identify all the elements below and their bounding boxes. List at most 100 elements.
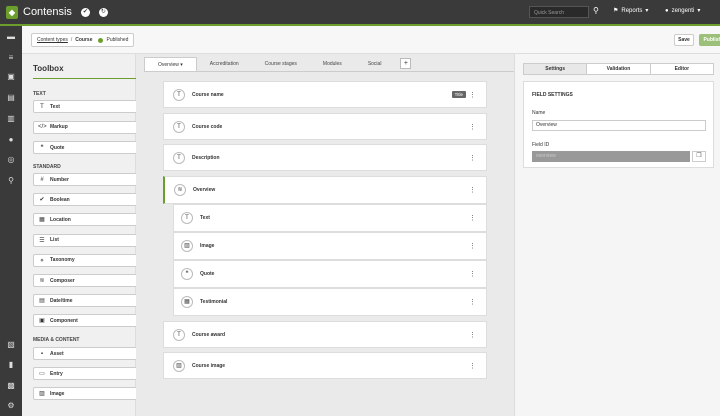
- user-icon: ●: [665, 7, 669, 14]
- markup-icon: </>: [38, 124, 47, 130]
- kebab-menu-icon[interactable]: ⋮: [469, 270, 476, 278]
- app-logo[interactable]: ◆ Contensis: [6, 5, 72, 19]
- asset-icon: ▪: [40, 350, 44, 357]
- field-label: Course code: [192, 123, 223, 130]
- toolbox-item-asset[interactable]: ▪ Asset: [33, 347, 149, 360]
- save-button[interactable]: Save: [674, 34, 694, 46]
- tab-settings[interactable]: Settings: [524, 64, 588, 74]
- field-label: Description: [192, 154, 220, 161]
- quick-search-input[interactable]: Quick Search: [529, 6, 589, 18]
- boolean-icon: ✔: [39, 197, 45, 204]
- field-label: Image: [200, 243, 215, 249]
- copy-icon[interactable]: ❐: [692, 151, 706, 162]
- toolbox-item-label: Image: [50, 390, 65, 397]
- trash-icon[interactable]: ▮: [6, 361, 16, 369]
- globe-icon[interactable]: ◎: [6, 156, 16, 164]
- toolbox-item-composer[interactable]: ≋ Composer: [33, 274, 149, 287]
- composer-field-icon: ≋: [174, 184, 186, 196]
- field-label: Testimonial: [200, 299, 228, 305]
- toolbox-item-label: Location: [50, 216, 71, 223]
- field-settings-title: FIELD SETTINGS: [532, 92, 573, 98]
- breadcrumb-content-types-link[interactable]: Content types: [37, 37, 68, 43]
- subfield-testimonial[interactable]: ▦ Testimonial ⋮: [173, 288, 487, 316]
- tab-accreditation[interactable]: Accreditation: [197, 57, 252, 71]
- image-icon[interactable]: ▣: [6, 73, 16, 81]
- sitemap-icon[interactable]: ▥: [6, 115, 16, 123]
- add-tab-button[interactable]: +: [400, 58, 412, 69]
- left-nav-rail: ▬ ≡ ▣ ▤ ▥ ● ◎ ⚲ ▧ ▮ ▩ ⚙: [0, 26, 22, 416]
- layers-icon[interactable]: ≡: [6, 54, 16, 62]
- breadcrumb-current: Course: [75, 37, 93, 43]
- toolbox-item-date-time[interactable]: ▤ Date/time: [33, 294, 149, 308]
- flag-icon: ⚑: [613, 8, 619, 14]
- toolbox-item-number[interactable]: # Number: [33, 173, 149, 186]
- kebab-menu-icon[interactable]: ⋮: [469, 123, 476, 131]
- toolbox-item-quote[interactable]: ❝ Quote: [33, 141, 149, 154]
- content-types-icon[interactable]: ▤: [6, 94, 16, 102]
- tab-course-stages[interactable]: Course stages: [252, 57, 310, 71]
- inbox-icon[interactable]: ▧: [6, 341, 16, 349]
- kebab-menu-icon[interactable]: ⋮: [469, 242, 476, 250]
- comment-icon[interactable]: ●: [6, 136, 16, 144]
- toolbox-item-entry[interactable]: ▭ Entry: [33, 367, 149, 381]
- toolbox-item-boolean[interactable]: ✔ Boolean: [33, 193, 149, 207]
- subfield-image[interactable]: ▨ Image ⋮: [173, 232, 487, 260]
- field-label: Course image: [192, 362, 226, 369]
- entry-icon: ▭: [39, 371, 45, 378]
- kebab-menu-icon[interactable]: ⋮: [469, 214, 476, 222]
- toolbox-item-list[interactable]: ☰ List: [33, 233, 149, 247]
- history-icon[interactable]: ↻: [98, 7, 108, 17]
- toolbox-item-text[interactable]: T Text: [33, 100, 149, 113]
- toolbox-panel: Toolbox TEXT T Text </> Markup ❝ Quote STANDA…: [22, 54, 149, 416]
- field-label: Text: [200, 215, 210, 221]
- check-icon[interactable]: ✔: [80, 7, 90, 17]
- settings-tabs: Settings Validation Editor: [523, 63, 714, 75]
- subfield-quote[interactable]: ❝ Quote ⋮: [173, 260, 487, 288]
- field-overview[interactable]: ≋ Overview ⋮: [163, 176, 487, 204]
- breadcrumb-separator: /: [70, 37, 73, 43]
- toolbox-divider: [33, 78, 149, 79]
- user-menu[interactable]: ● zengenti ▾: [665, 7, 700, 15]
- gear-icon[interactable]: ⚙: [6, 402, 16, 410]
- toolbox-item-taxonomy[interactable]: ⋄ Taxonomy: [33, 253, 149, 267]
- tab-editor[interactable]: Editor: [651, 64, 713, 74]
- kebab-menu-icon[interactable]: ⋮: [469, 298, 476, 306]
- search-icon[interactable]: ⚲: [593, 6, 599, 15]
- kebab-menu-icon[interactable]: ⋮: [469, 186, 476, 194]
- status-badge: Published: [106, 37, 129, 43]
- field-course-award[interactable]: T Course award ⋮: [163, 321, 487, 348]
- toolbox-item-markup[interactable]: </> Markup: [33, 120, 149, 134]
- text-field-icon: T: [173, 120, 185, 133]
- name-input[interactable]: Overview: [532, 120, 706, 131]
- archive-icon[interactable]: ▩: [6, 382, 16, 390]
- field-settings-panel: Settings Validation Editor FIELD SETTING…: [514, 54, 720, 416]
- top-bar: ◆ Contensis ✔ ↻: [0, 0, 720, 24]
- tab-social[interactable]: Social: [355, 57, 395, 71]
- image-icon: ▨: [39, 391, 45, 398]
- text-icon: T: [40, 103, 44, 110]
- toolbox-item-image[interactable]: ▨ Image: [33, 387, 149, 401]
- search-icon[interactable]: ⚲: [6, 177, 16, 185]
- field-course-name[interactable]: T Course name Title ⋮: [163, 81, 487, 108]
- kebab-menu-icon[interactable]: ⋮: [469, 362, 476, 370]
- tab-overview[interactable]: Overview ▾: [144, 57, 197, 71]
- field-course-code[interactable]: T Course code ⋮: [163, 113, 487, 140]
- user-label: zengenti: [671, 7, 695, 14]
- field-course-image[interactable]: ▨ Course image ⋮: [163, 352, 487, 379]
- kebab-menu-icon[interactable]: ⋮: [469, 154, 476, 162]
- kebab-menu-icon[interactable]: ⋮: [469, 91, 476, 99]
- toolbox-item-location[interactable]: ▦ Location: [33, 213, 149, 227]
- toolbox-item-component[interactable]: ▣ Component: [33, 314, 149, 328]
- toolbox-item-label: List: [50, 237, 59, 244]
- location-icon: ▦: [39, 217, 45, 224]
- publish-button[interactable]: Publish: [699, 34, 720, 46]
- folder-icon[interactable]: ▬: [6, 33, 16, 41]
- taxonomy-icon: ⋄: [40, 257, 44, 264]
- subfield-text[interactable]: T Text ⋮: [173, 204, 487, 232]
- tab-modules[interactable]: Modules: [310, 57, 355, 71]
- reports-menu[interactable]: ⚑ Reports ▾: [613, 7, 648, 15]
- field-description[interactable]: T Description ⋮: [163, 144, 487, 171]
- tab-validation[interactable]: Validation: [587, 64, 651, 74]
- kebab-menu-icon[interactable]: ⋮: [469, 331, 476, 339]
- image-field-icon: ▨: [181, 240, 193, 252]
